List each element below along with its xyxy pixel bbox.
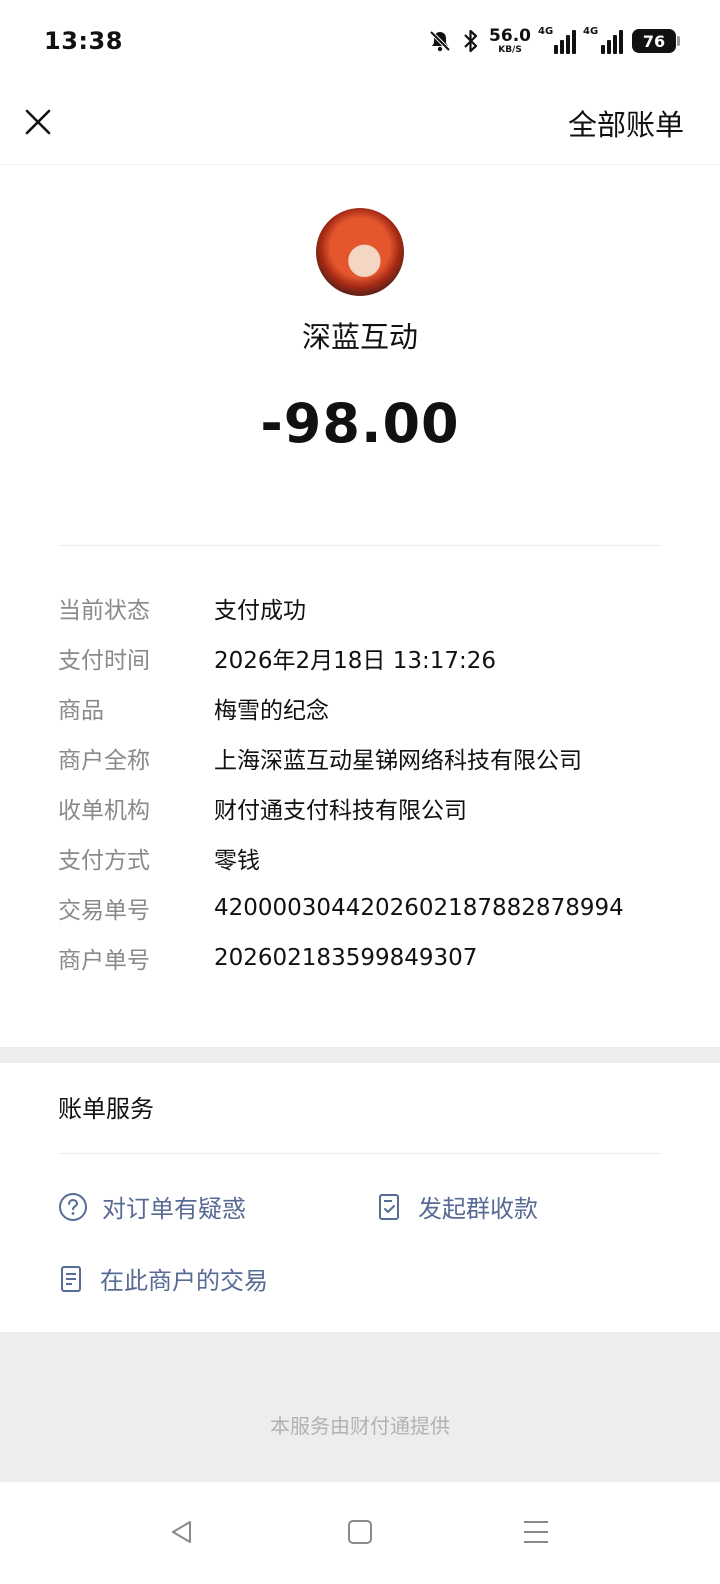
- merchant-avatar: [316, 208, 404, 296]
- net-speed-value: 56.0: [489, 25, 531, 46]
- detail-value: 2026年2月18日 13:17:26: [214, 648, 497, 674]
- detail-row-pay-time: 支付时间 2026年2月18日 13:17:26: [58, 633, 678, 683]
- detail-value: 梅雪的纪念: [214, 698, 329, 724]
- order-question-link[interactable]: 对订单有疑惑: [58, 1189, 246, 1224]
- home-square-icon: [348, 1520, 372, 1544]
- detail-label: 支付时间: [58, 648, 150, 674]
- detail-row-transaction-id: 交易单号 4200003044202602187882878994: [58, 883, 678, 933]
- merchant-transactions-label: 在此商户的交易: [100, 1267, 268, 1295]
- detail-label: 支付方式: [58, 848, 150, 874]
- detail-row-merchant-full-name: 商户全称 上海深蓝互动星锑网络科技有限公司: [58, 733, 678, 783]
- detail-value: 财付通支付科技有限公司: [214, 798, 467, 824]
- status-icons: 56.0 KB/S 4G 4G 76: [427, 25, 680, 55]
- network-type-2: 4G: [583, 26, 599, 37]
- back-triangle-icon: [172, 1521, 191, 1543]
- close-button[interactable]: [16, 100, 60, 144]
- detail-value: 支付成功: [214, 598, 306, 624]
- detail-label: 当前状态: [58, 598, 150, 624]
- recent-apps-button[interactable]: [514, 1510, 558, 1554]
- detail-label: 交易单号: [58, 898, 150, 924]
- detail-value: 零钱: [214, 848, 260, 874]
- network-type-1: 4G: [538, 26, 554, 37]
- detail-label: 收单机构: [58, 798, 150, 824]
- bill-services-title: 账单服务: [58, 1095, 154, 1123]
- detail-value: 上海深蓝互动星锑网络科技有限公司: [214, 748, 582, 774]
- detail-row-product: 商品 梅雪的纪念: [58, 683, 678, 733]
- system-nav-bar: [0, 1482, 720, 1584]
- status-bar: 13:38 56.0 KB/S 4G 4G 76: [0, 0, 720, 82]
- detail-row-pay-method: 支付方式 零钱: [58, 833, 678, 883]
- group-collect-label: 发起群收款: [418, 1195, 538, 1223]
- detail-list: 当前状态 支付成功 支付时间 2026年2月18日 13:17:26 商品 梅雪…: [58, 583, 678, 983]
- back-button[interactable]: [160, 1510, 204, 1554]
- divider: [58, 1153, 662, 1154]
- group-collect-link[interactable]: 发起群收款: [376, 1189, 538, 1224]
- menu-lines-icon: [524, 1521, 548, 1543]
- battery-indicator: 76: [632, 29, 680, 53]
- detail-label: 商户全称: [58, 748, 150, 774]
- detail-value[interactable]: 4200003044202602187882878994: [214, 895, 624, 921]
- detail-label: 商户单号: [58, 948, 150, 974]
- footer-band: [0, 1332, 720, 1482]
- doc-check-icon: [379, 1193, 399, 1220]
- doc-list-icon: [61, 1265, 81, 1292]
- home-button[interactable]: [338, 1510, 382, 1554]
- bluetooth-icon: [462, 28, 480, 54]
- section-separator: [0, 1047, 720, 1063]
- detail-value[interactable]: 202602183599849307: [214, 945, 477, 971]
- detail-row-merchant-order-id: 商户单号 202602183599849307: [58, 933, 678, 983]
- net-speed: 56.0 KB/S: [489, 25, 531, 55]
- net-speed-unit: KB/S: [498, 44, 522, 55]
- merchant-name: 深蓝互动: [301, 320, 418, 354]
- close-icon: [25, 109, 51, 135]
- question-circle-icon: [59, 1192, 87, 1221]
- detail-label: 商品: [58, 698, 104, 724]
- detail-row-status: 当前状态 支付成功: [58, 583, 678, 633]
- signal-icon: 4G: [583, 26, 623, 54]
- signal-icon: 4G: [538, 26, 576, 54]
- footer-provider-text: 本服务由财付通提供: [270, 1414, 450, 1438]
- divider: [58, 545, 662, 546]
- top-nav-bar: 全部账单: [0, 82, 720, 165]
- order-question-label: 对订单有疑惑: [102, 1195, 246, 1223]
- detail-row-acquirer: 收单机构 财付通支付科技有限公司: [58, 783, 678, 833]
- status-time: 13:38: [44, 27, 123, 55]
- merchant-transactions-link[interactable]: 在此商户的交易: [58, 1261, 268, 1296]
- mute-bell-icon: [427, 28, 453, 54]
- payment-amount: -98.00: [260, 392, 460, 455]
- all-bills-link[interactable]: 全部账单: [568, 102, 684, 144]
